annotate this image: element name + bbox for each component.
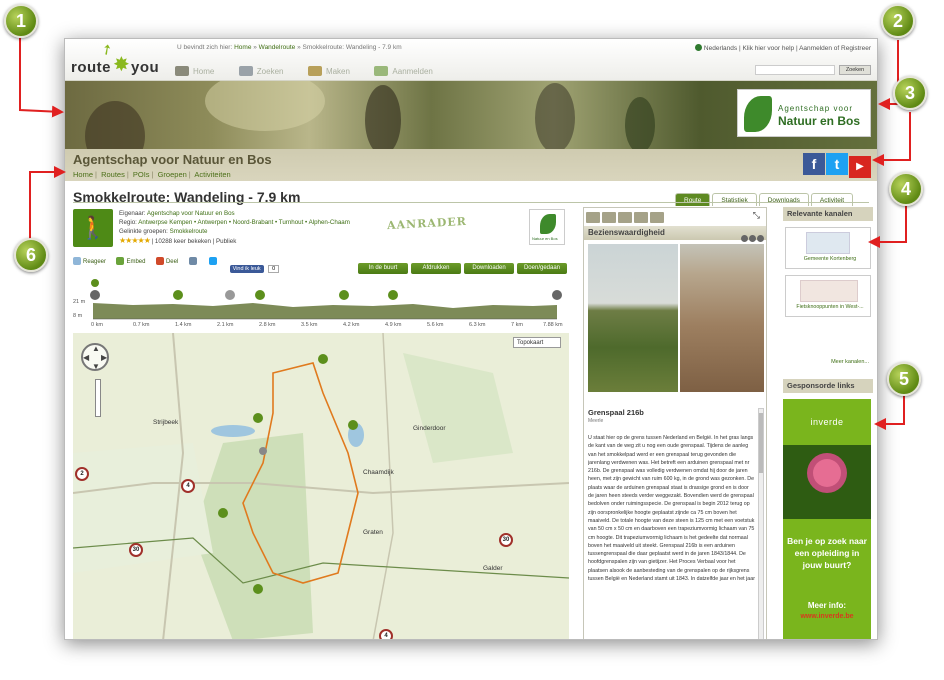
- annotated-screenshot: ➚ route ✸ you U bevindt zich hier: Home …: [0, 0, 944, 680]
- callout-4: 4: [889, 172, 923, 206]
- callout-2: 2: [881, 4, 915, 38]
- callout-arrows: [19, 38, 911, 430]
- arrow-1: [19, 38, 64, 118]
- arrow-6: [29, 166, 66, 240]
- callout-3: 3: [893, 76, 927, 110]
- callout-1: 1: [4, 4, 38, 38]
- callout-6: 6: [14, 238, 48, 272]
- callout-5: 5: [887, 362, 921, 396]
- arrow-4: [868, 206, 907, 248]
- arrow-5: [874, 396, 905, 430]
- arrow-3: [872, 112, 911, 166]
